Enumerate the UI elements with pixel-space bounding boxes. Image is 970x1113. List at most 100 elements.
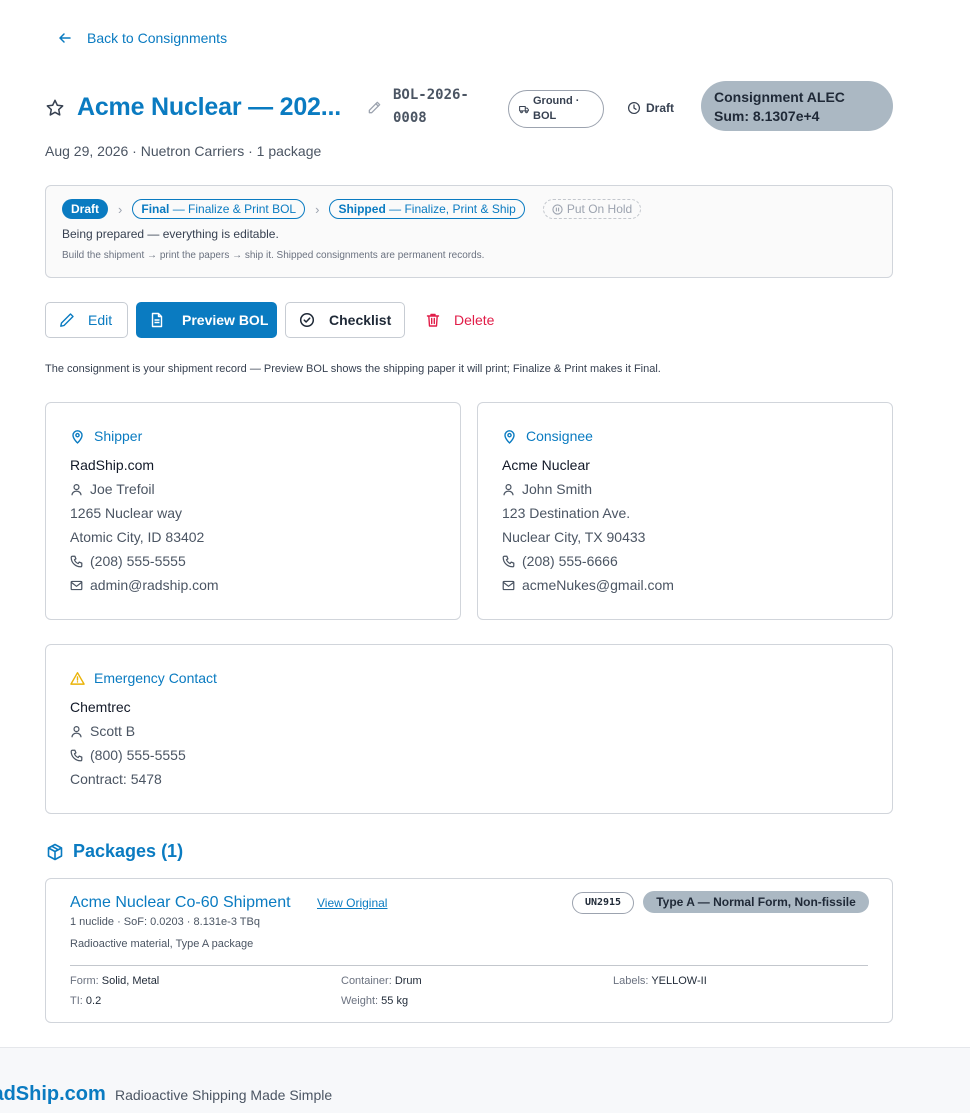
shipper-contact: Joe Trefoil [70, 481, 155, 497]
user-icon [71, 483, 82, 495]
map-pin-icon [72, 429, 83, 444]
edit-button[interactable]: Edit [45, 302, 128, 338]
shipper-heading: Shipper [70, 428, 142, 444]
document-icon [151, 312, 163, 328]
mode-line2: BOL [533, 110, 557, 122]
preview-bol-button[interactable]: Preview BOL [136, 302, 277, 338]
back-to-consignments-link[interactable]: Back to Consignments [57, 30, 227, 46]
package-description: Radioactive material, Type A package [70, 938, 254, 950]
step-shipped-action: — Finalize, Print & Ship [385, 202, 516, 216]
action-bar: Edit Preview BOL Checklist Delete [45, 302, 645, 338]
workflow-steps: Draft › Final — Finalize & Print BOL › S… [62, 199, 642, 219]
warning-icon [70, 671, 85, 685]
package-form: Form: Solid, Metal [70, 975, 159, 987]
alec-label: Consignment ALEC [714, 89, 845, 105]
view-original-link[interactable]: View Original [317, 896, 387, 910]
phone-icon [502, 555, 515, 567]
back-link-label: Back to Consignments [87, 30, 228, 46]
step-final-action: — Finalize & Print BOL [169, 202, 297, 216]
edit-title-icon[interactable] [367, 100, 382, 115]
footer-brand[interactable]: RadShip.com [0, 1083, 106, 1106]
consignment-note: The consignment is your shipment record … [45, 363, 661, 375]
emergency-phone: (800) 555-5555 [70, 747, 186, 763]
package-weight: Weight: 55 kg [341, 995, 408, 1007]
preview-bol-label: Preview BOL [182, 312, 269, 328]
footer-tagline: Radioactive Shipping Made Simple [115, 1087, 333, 1103]
container-value: Drum [394, 975, 422, 987]
bol-number-line1: BOL-2026- [393, 87, 469, 103]
pause-circle-icon [552, 203, 563, 215]
mode-line1: Ground · [533, 95, 580, 107]
consignee-contact: John Smith [502, 481, 592, 497]
emergency-contact-card: Emergency Contact Chemtrec Scott B (800)… [45, 644, 893, 814]
package-container: Container: Drum [341, 975, 422, 987]
step-shipped-button[interactable]: Shipped — Finalize, Print & Ship [329, 199, 525, 219]
package-card: Acme Nuclear Co-60 Shipment View Origina… [45, 878, 893, 1023]
checklist-button[interactable]: Checklist [285, 302, 405, 338]
emergency-contract: Contract: 5478 [70, 771, 162, 787]
consignee-heading: Consignee [502, 428, 593, 444]
package-ti: TI: 0.2 [70, 995, 101, 1007]
step-shipped-name: Shipped [338, 202, 386, 216]
delete-button[interactable]: Delete [425, 302, 505, 338]
shipper-contact-name: Joe Trefoil [90, 481, 155, 497]
checklist-label: Checklist [329, 312, 392, 328]
put-on-hold-button[interactable]: Put On Hold [542, 199, 642, 219]
star-icon[interactable] [45, 98, 65, 118]
consignee-email-address: acmeNukes@gmail.com [522, 577, 674, 593]
package-title[interactable]: Acme Nuclear Co-60 Shipment [70, 894, 291, 912]
emergency-heading: Emergency Contact [70, 670, 217, 686]
packages-heading-label: Packages (1) [73, 841, 184, 861]
divider [70, 965, 868, 966]
bol-number-line2: 0008 [393, 110, 427, 126]
clock-icon [627, 101, 641, 115]
shipper-phone-number: (208) 555-5555 [90, 553, 186, 569]
consignee-address1: 123 Destination Ave. [502, 505, 631, 521]
ti-value: 0.2 [85, 995, 102, 1007]
truck-icon [519, 106, 529, 114]
emergency-name: Chemtrec [70, 699, 131, 715]
consignee-phone-number: (208) 555-6666 [522, 553, 618, 569]
step-final-button[interactable]: Final — Finalize & Print BOL [132, 199, 306, 219]
footer: RadShip.com Radioactive Shipping Made Si… [0, 1047, 970, 1113]
package-labels: Labels: YELLOW-II [613, 975, 707, 987]
consignee-contact-name: John Smith [522, 481, 593, 497]
arrow-left-icon [59, 33, 71, 43]
alec-sum-badge: Consignment ALEC Sum: 8.1307e+4 [701, 81, 893, 131]
consignment-header: Acme Nuclear — 202... BOL-2026- 0008 Gro… [45, 81, 895, 132]
consignee-name: Acme Nuclear [502, 457, 590, 473]
shipper-email: admin@radship.com [70, 577, 219, 593]
weight-value: 55 kg [381, 995, 409, 1007]
page-title: Acme Nuclear — 202... [77, 93, 341, 121]
delete-label: Delete [454, 312, 495, 328]
consignee-phone: (208) 555-6666 [502, 553, 618, 569]
step-draft: Draft [62, 199, 109, 219]
form-label: Form: [70, 975, 102, 987]
mail-icon [502, 580, 515, 590]
status-badge: Draft [627, 101, 674, 115]
user-icon [503, 483, 514, 495]
map-pin-icon [504, 429, 515, 444]
edit-button-label: Edit [88, 312, 113, 328]
shipper-heading-label: Shipper [94, 428, 143, 444]
check-circle-icon [299, 312, 315, 328]
consignment-subline: Aug 29, 2026 · Nuetron Carriers · 1 pack… [45, 143, 322, 159]
consignee-card: Consignee Acme Nuclear John Smith 123 De… [477, 402, 893, 620]
emergency-contact-name: Scott B [90, 723, 136, 739]
user-icon [71, 725, 82, 737]
weight-label: Weight: [341, 995, 382, 1007]
workflow-panel: Draft › Final — Finalize & Print BOL › S… [45, 185, 893, 278]
chevron-right-icon: › [118, 201, 123, 217]
consignee-address2: Nuclear City, TX 90433 [502, 529, 646, 545]
container-label: Container: [341, 975, 395, 987]
workflow-hint: Build the shipment → print the papers → … [62, 250, 485, 261]
emergency-phone-number: (800) 555-5555 [90, 747, 186, 763]
status-label: Draft [646, 101, 675, 115]
phone-icon [70, 749, 83, 761]
shipper-card: Shipper RadShip.com Joe Trefoil 1265 Nuc… [45, 402, 461, 620]
pencil-icon [60, 313, 74, 327]
package-summary: 1 nuclide · SoF: 0.0203 · 8.131e-3 TBq [70, 916, 260, 928]
labels-value: YELLOW-II [651, 975, 707, 987]
chevron-right-icon: › [315, 201, 320, 217]
shipper-name: RadShip.com [70, 457, 155, 473]
